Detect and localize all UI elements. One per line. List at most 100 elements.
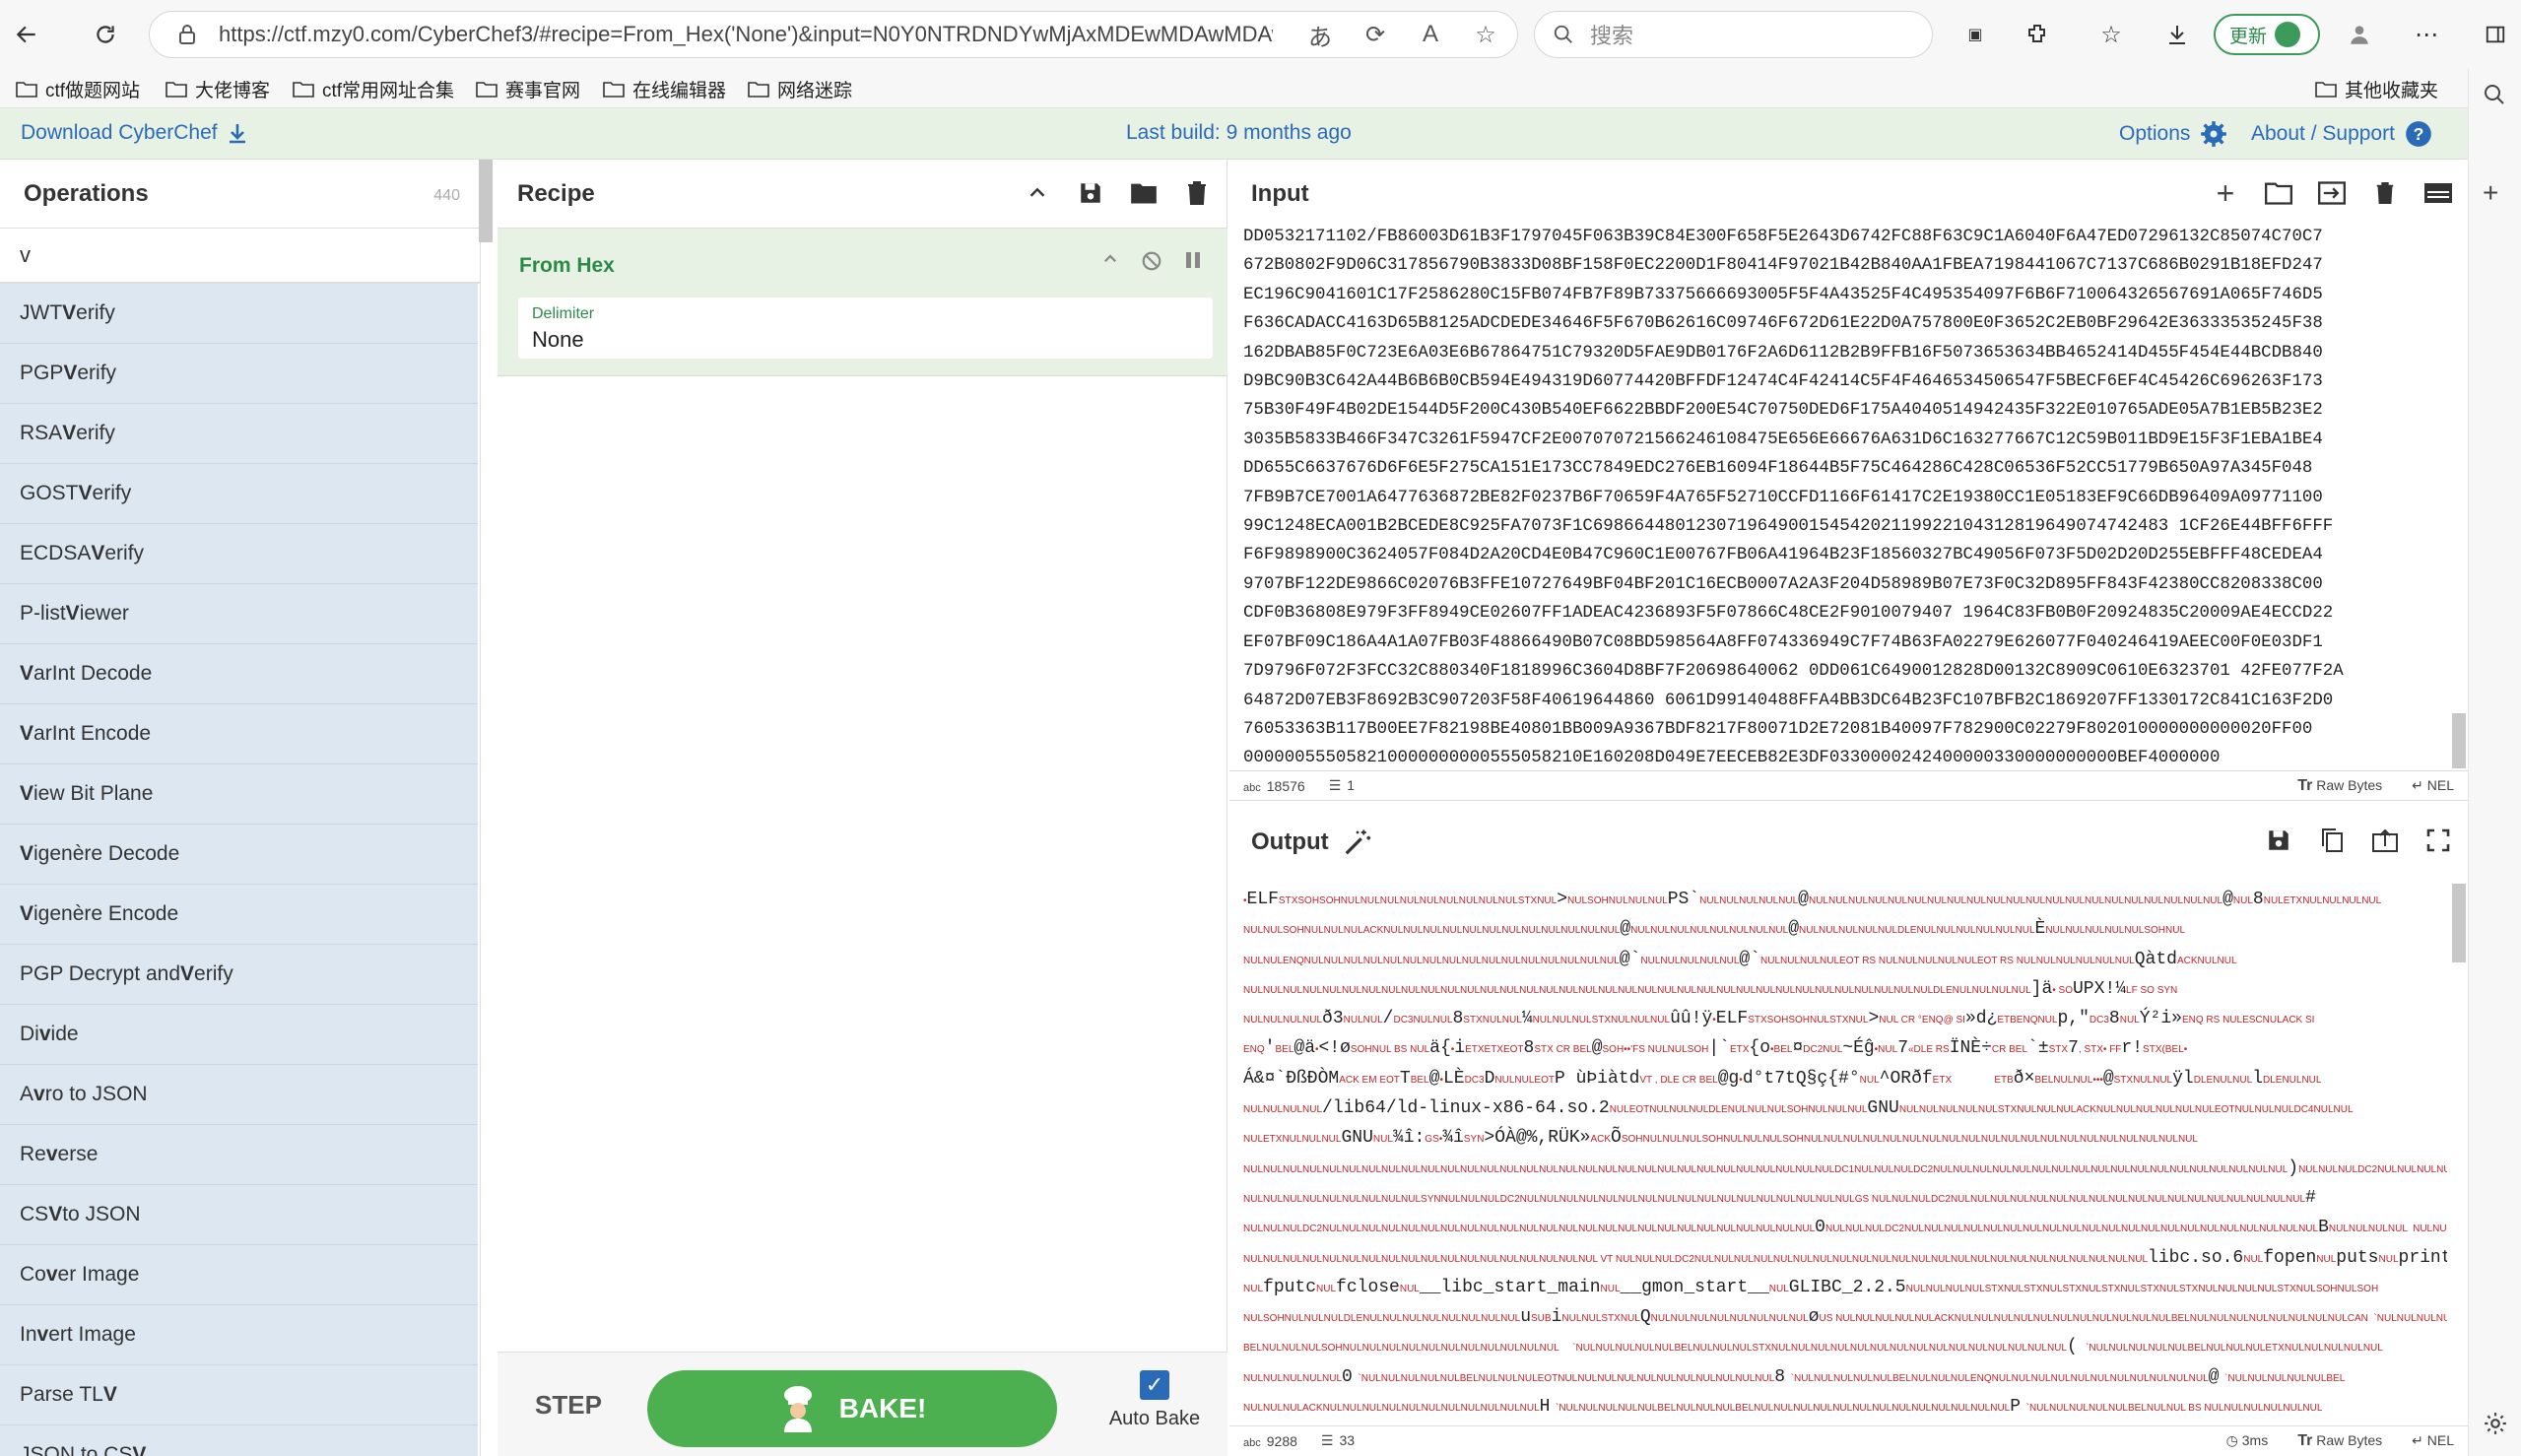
output-text: |` (1708, 1038, 1730, 1059)
clear-input-icon[interactable] (2369, 177, 2401, 209)
about-support-link[interactable]: About / Support ? (2251, 120, 2432, 148)
browser-side-panel: + (2468, 69, 2521, 1456)
operation-item[interactable]: Vigenère Encode (0, 885, 478, 945)
other-bookmarks[interactable]: 其他收藏夹 (2315, 75, 2438, 102)
operation-item[interactable]: P-list Viewer (0, 584, 478, 644)
output-eol[interactable]: ↵ NEL (2412, 1432, 2454, 1449)
update-button[interactable]: 更新 (2214, 14, 2320, 55)
update-badge-icon (2275, 22, 2301, 47)
downloads-icon[interactable] (2155, 12, 2200, 57)
operation-item[interactable]: VarInt Encode (0, 704, 478, 764)
operation-item[interactable]: GOST Verify (0, 464, 478, 524)
operation-item[interactable]: JWT Verify (0, 284, 478, 344)
side-add-icon[interactable]: + (2483, 177, 2498, 209)
bake-time: ◷ 3ms (2225, 1432, 2269, 1448)
recipe-title: Recipe (517, 179, 595, 207)
input-encoding[interactable]: Tr Raw Bytes (2297, 777, 2382, 795)
operation-item[interactable]: PGP Verify (0, 344, 478, 404)
operation-item[interactable]: RSA Verify (0, 404, 478, 464)
output-text: i (1551, 1307, 1562, 1328)
save-output-icon[interactable] (2263, 825, 2294, 856)
bake-button[interactable]: BAKE! (647, 1370, 1057, 1447)
output-encoding[interactable]: Tr Raw Bytes (2297, 1432, 2382, 1450)
bookmark-folder[interactable]: 赛事官网 (476, 75, 580, 102)
bookmark-label: ctf做题网站 (45, 80, 141, 101)
operation-item[interactable]: Av ro to JSON (0, 1065, 478, 1125)
sidebar-toggle-icon[interactable] (2473, 12, 2518, 57)
clear-recipe-icon[interactable] (1181, 177, 1213, 209)
delimiter-field[interactable]: Delimiter None (518, 298, 1213, 359)
output-text: 0 (1815, 1218, 1825, 1238)
read-aloud-icon[interactable]: A (1411, 15, 1450, 54)
back-button[interactable] (4, 12, 49, 57)
collapse-op-icon[interactable] (1101, 250, 1119, 272)
operation-item[interactable]: Re v erse (0, 1125, 478, 1185)
auto-bake-checkbox[interactable]: ✓ Auto Bake (1100, 1370, 1209, 1449)
operation-item[interactable]: In v ert Image (0, 1305, 478, 1365)
operation-item[interactable]: Parse TL V (0, 1365, 478, 1425)
operation-label: igenère Encode (33, 902, 179, 925)
copy-output-icon[interactable] (2316, 825, 2348, 856)
output-panel: Output •ELFSTXSOHSOHNULNULNULNULNULNULNU… (1229, 800, 2468, 1456)
collapse-all-icon[interactable] (1022, 177, 1053, 209)
options-link[interactable]: Options (2119, 120, 2227, 148)
step-button[interactable]: STEP (535, 1390, 602, 1421)
reader-mode-icon[interactable]: ▣ (1953, 12, 1998, 57)
favorites-icon[interactable]: ☆ (2089, 12, 2134, 57)
refresh-page-icon[interactable]: ⟳ (1356, 15, 1395, 54)
operation-item[interactable]: Di v ide (0, 1005, 478, 1065)
operation-item[interactable]: Co v er Image (0, 1245, 478, 1305)
load-recipe-icon[interactable] (1128, 177, 1160, 209)
output-line: NULNULSOHNULNULNULACKNULNULNULNULNULNULN… (1243, 915, 2447, 945)
translate-icon[interactable]: あ (1300, 15, 1340, 54)
operations-scrollbar[interactable] (479, 160, 493, 242)
maximise-icon[interactable] (2422, 825, 2454, 856)
operations-title: Operations (24, 179, 149, 207)
bookmark-folder[interactable]: ctf常用网址合集 (293, 75, 454, 102)
replace-input-icon[interactable] (2369, 825, 2401, 856)
add-tab-icon[interactable]: + (2210, 175, 2241, 211)
operation-item[interactable]: VarInt Decode (0, 644, 478, 704)
control-char: VT , DLE CR BEL (1639, 1074, 1718, 1086)
bookmark-folder[interactable]: 在线编辑器 (603, 75, 726, 102)
output-text: @ (1620, 919, 1631, 940)
open-file-icon[interactable] (2316, 177, 2348, 209)
operations-search-input[interactable]: v (0, 229, 480, 284)
bookmark-folder[interactable]: 大佬博客 (166, 75, 270, 102)
profile-icon[interactable] (2337, 12, 2382, 57)
side-settings-icon[interactable] (2483, 1411, 2508, 1436)
output-text-area[interactable]: •ELFSTXSOHSOHNULNULNULNULNULNULNULNULNUL… (1243, 886, 2447, 1423)
extensions-icon[interactable] (2015, 12, 2060, 57)
reload-button[interactable] (83, 12, 128, 57)
output-scrollbar[interactable] (2452, 884, 2466, 962)
operation-item[interactable]: View Bit Plane (0, 764, 478, 825)
output-text: @ (2222, 890, 2233, 909)
bookmark-folder[interactable]: ctf做题网站 (16, 75, 140, 102)
operation-item[interactable]: JSON to CS V (0, 1425, 478, 1456)
bookmark-folder[interactable]: 网络迷踪 (748, 75, 852, 102)
delimiter-value[interactable]: None (532, 327, 584, 353)
search-box[interactable]: 搜索 (1534, 11, 1933, 58)
recipe-operation-from-hex[interactable]: From Hex Delimiter None (498, 229, 1227, 376)
operation-item[interactable]: ECDSA Verify (0, 524, 478, 584)
input-scrollbar[interactable] (2452, 713, 2466, 768)
open-folder-icon[interactable] (2263, 177, 2294, 209)
operation-item[interactable]: CS V to JSON (0, 1185, 478, 1245)
download-cyberchef-link[interactable]: Download CyberChef (21, 121, 247, 145)
star-icon[interactable]: ☆ (1466, 15, 1505, 54)
input-text-area[interactable]: DD0532171102/FB86003D61B3F1797045F063B39… (1243, 223, 2447, 766)
save-recipe-icon[interactable] (1075, 177, 1106, 209)
more-menu-icon[interactable]: ⋯ (2404, 12, 2449, 57)
operation-item[interactable]: PGP Decrypt and Verify (0, 945, 478, 1005)
input-eol[interactable]: ↵ NEL (2412, 777, 2454, 794)
disable-op-icon[interactable] (1141, 250, 1162, 272)
url-text[interactable]: https://ctf.mzy0.com/CyberChef3/#recipe=… (219, 22, 1273, 47)
reset-layout-icon[interactable] (2422, 177, 2454, 209)
pause-op-icon[interactable] (1184, 250, 1202, 272)
control-char: NUL (2243, 1253, 2264, 1265)
side-search-icon[interactable] (2483, 83, 2506, 106)
magic-wand-icon[interactable] (1343, 827, 1372, 857)
address-bar[interactable]: https://ctf.mzy0.com/CyberChef3/#recipe=… (149, 11, 1518, 58)
output-text: ¤ (1792, 1038, 1804, 1059)
operation-item[interactable]: Vigenère Decode (0, 825, 478, 885)
